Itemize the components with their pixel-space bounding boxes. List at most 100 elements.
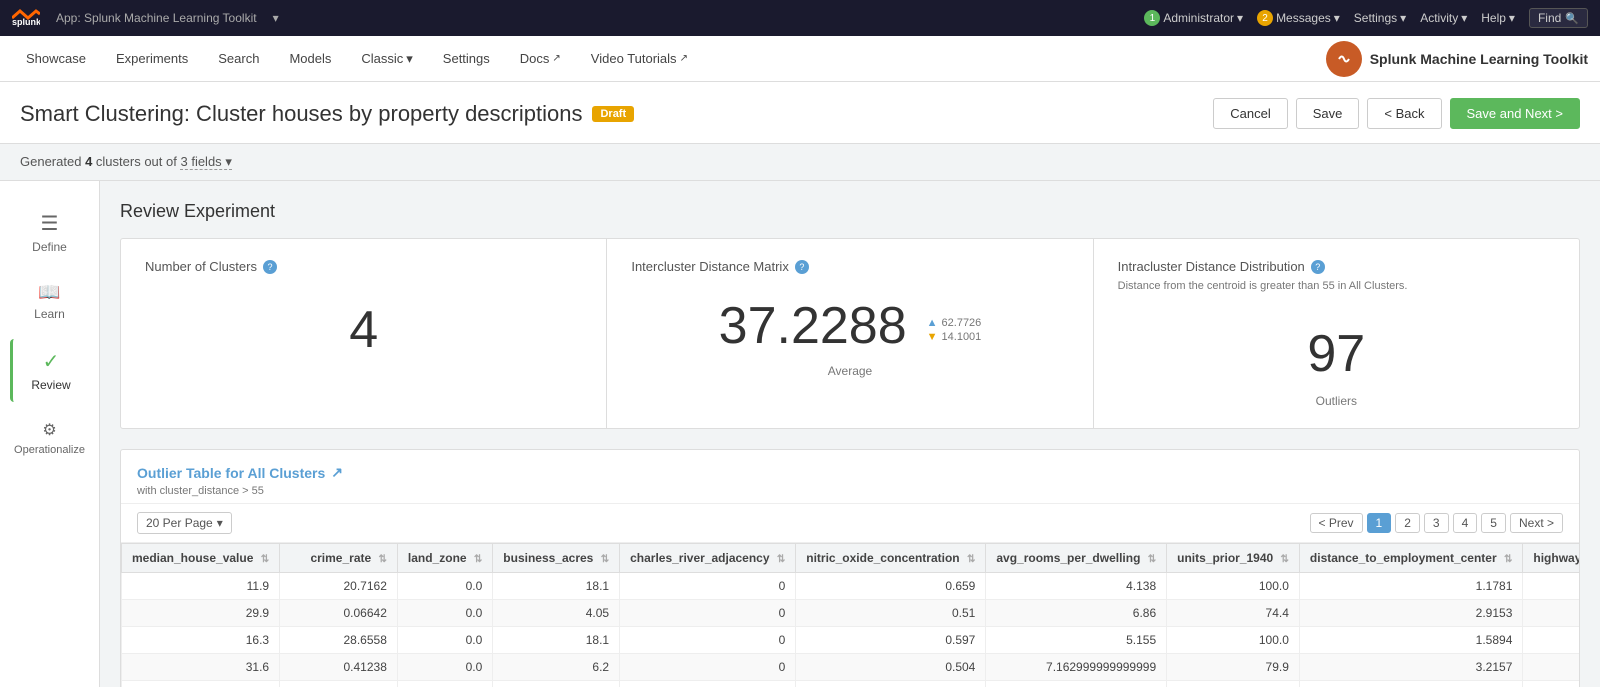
table-cell: 6.2	[493, 654, 620, 681]
col-charles-river[interactable]: charles_river_adjacency ⇅	[620, 544, 796, 573]
col-land-zone[interactable]: land_zone ⇅	[397, 544, 492, 573]
intercluster-info-icon[interactable]: ?	[795, 260, 809, 274]
intracluster-value: 97	[1118, 304, 1555, 394]
table-cell: 5.987	[986, 681, 1167, 687]
table-cell: 11.9	[122, 573, 280, 600]
outlier-table: median_house_value ⇅ crime_rate ⇅ land_z…	[121, 543, 1579, 687]
table-cell: 1.1781	[1299, 573, 1522, 600]
content-area: Review Experiment Number of Clusters ? 4…	[100, 181, 1600, 687]
col-highway-index[interactable]: highway_accessibility_index ⇅	[1523, 544, 1579, 573]
settings-menu[interactable]: Settings ▾	[1354, 11, 1406, 25]
clusters-value: 4	[145, 280, 582, 370]
page-4-button[interactable]: 4	[1453, 513, 1478, 533]
sidebar-label-operationalize: Operationalize	[14, 444, 85, 456]
table-cell: 4.138	[986, 573, 1167, 600]
per-page-chevron-icon: ▾	[217, 516, 223, 530]
admin-label: Administrator	[1163, 11, 1234, 25]
col-median-house-value[interactable]: median_house_value ⇅	[122, 544, 280, 573]
page-title: Smart Clustering: Cluster houses by prop…	[20, 101, 582, 127]
nav-showcase[interactable]: Showcase	[12, 43, 100, 74]
nav-classic[interactable]: Classic ▾	[347, 43, 426, 75]
table-cell: 0.0	[397, 681, 492, 687]
admin-menu[interactable]: 1 Administrator ▾	[1144, 10, 1243, 26]
find-input-wrapper[interactable]: Find 🔍	[1529, 8, 1588, 28]
table-cell: 0.504	[796, 654, 986, 681]
save-button[interactable]: Save	[1296, 98, 1360, 129]
col-distance-employment[interactable]: distance_to_employment_center ⇅	[1299, 544, 1522, 573]
brand-label: Splunk Machine Learning Toolkit	[1370, 51, 1588, 67]
table-cell: 74.4	[1167, 600, 1300, 627]
sidebar-item-define[interactable]: ☰ Define	[10, 201, 90, 264]
sidebar-item-operationalize[interactable]: ⚙ Operationalize	[10, 410, 90, 466]
intercluster-card-title: Intercluster Distance Matrix ?	[631, 259, 1068, 274]
table-cell: 28.6558	[280, 627, 398, 654]
table-cell: 4.05	[493, 600, 620, 627]
table-cell: 0	[620, 573, 796, 600]
page-title-area: Smart Clustering: Cluster houses by prop…	[20, 101, 634, 127]
cancel-button[interactable]: Cancel	[1213, 98, 1287, 129]
page-header: Smart Clustering: Cluster houses by prop…	[0, 82, 1600, 144]
table-row: 29.90.066420.04.0500.516.8674.42.91535	[122, 600, 1580, 627]
table-cell: 29.9	[122, 600, 280, 627]
intracluster-info-icon[interactable]: ?	[1311, 260, 1325, 274]
clusters-info-icon[interactable]: ?	[263, 260, 277, 274]
col-avg-rooms[interactable]: avg_rooms_per_dwelling ⇅	[986, 544, 1167, 573]
fields-link[interactable]: 3 fields ▾	[180, 154, 231, 170]
messages-menu[interactable]: 2 Messages ▾	[1257, 10, 1340, 26]
table-cell: 0.693	[796, 681, 986, 687]
review-icon: ✓	[43, 349, 60, 374]
back-button[interactable]: < Back	[1367, 98, 1441, 129]
top-navigation-bar: splunk App: Splunk Machine Learning Tool…	[0, 0, 1600, 36]
outlier-title-row[interactable]: Outlier Table for All Clusters ↗	[137, 464, 1563, 481]
nav-search[interactable]: Search	[204, 43, 273, 74]
col-units-prior[interactable]: units_prior_1940 ⇅	[1167, 544, 1300, 573]
docs-external-icon: ↗	[552, 53, 560, 64]
table-cell: 0	[620, 681, 796, 687]
fields-count: 3 fields	[180, 154, 221, 169]
next-page-button[interactable]: Next >	[1510, 513, 1563, 533]
table-row: 16.328.65580.018.100.5975.155100.01.5894…	[122, 627, 1580, 654]
table-cell: 1.5894	[1299, 627, 1522, 654]
col-crime-rate[interactable]: crime_rate ⇅	[280, 544, 398, 573]
table-cell: 7.162999999999999	[986, 654, 1167, 681]
ml-brand: Splunk Machine Learning Toolkit	[1326, 41, 1588, 77]
page-2-button[interactable]: 2	[1395, 513, 1420, 533]
nav-experiments[interactable]: Experiments	[102, 43, 202, 74]
table-row: 31.60.412380.06.200.5047.162999999999999…	[122, 654, 1580, 681]
table-cell: 18.1	[493, 573, 620, 600]
nav-models[interactable]: Models	[275, 43, 345, 74]
help-menu[interactable]: Help ▾	[1481, 11, 1515, 25]
fields-bar: Generated 4 clusters out of 3 fields ▾	[0, 144, 1600, 181]
sidebar-item-learn[interactable]: 📖 Learn	[10, 272, 90, 331]
activity-chevron: ▾	[1461, 11, 1467, 25]
nav-video-tutorials[interactable]: Video Tutorials ↗	[577, 43, 702, 74]
intercluster-label: Average	[631, 364, 1068, 378]
save-next-button[interactable]: Save and Next >	[1450, 98, 1580, 129]
page-3-button[interactable]: 3	[1424, 513, 1449, 533]
col-nitric-oxide[interactable]: nitric_oxide_concentration ⇅	[796, 544, 986, 573]
sec-nav-right: Splunk Machine Learning Toolkit	[1326, 41, 1588, 77]
table-cell: 100.0	[1167, 681, 1300, 687]
clusters-middle: clusters out of	[96, 154, 177, 169]
page-1-button[interactable]: 1	[1367, 513, 1392, 533]
operationalize-icon: ⚙	[42, 420, 56, 440]
per-page-label: 20 Per Page	[146, 516, 213, 530]
page-actions: Cancel Save < Back Save and Next >	[1213, 98, 1580, 129]
activity-menu[interactable]: Activity ▾	[1420, 11, 1467, 25]
nav-docs[interactable]: Docs ↗	[506, 43, 575, 74]
settings-label: Settings	[1354, 11, 1397, 25]
sidebar-item-review[interactable]: ✓ Review	[10, 339, 90, 402]
app-dropdown-icon[interactable]: ▾	[273, 11, 279, 25]
outlier-external-icon[interactable]: ↗	[331, 464, 343, 481]
table-cell: 0.659	[796, 573, 986, 600]
draft-badge: Draft	[592, 106, 634, 122]
sec-nav-items: Showcase Experiments Search Models Class…	[12, 43, 702, 75]
per-page-button[interactable]: 20 Per Page ▾	[137, 512, 232, 534]
table-container: median_house_value ⇅ crime_rate ⇅ land_z…	[121, 543, 1579, 687]
splunk-logo[interactable]: splunk	[12, 9, 40, 27]
nav-settings[interactable]: Settings	[429, 43, 504, 74]
prev-page-button[interactable]: < Prev	[1310, 513, 1363, 533]
table-cell: 24	[1523, 627, 1579, 654]
col-business-acres[interactable]: business_acres ⇅	[493, 544, 620, 573]
page-5-button[interactable]: 5	[1481, 513, 1506, 533]
